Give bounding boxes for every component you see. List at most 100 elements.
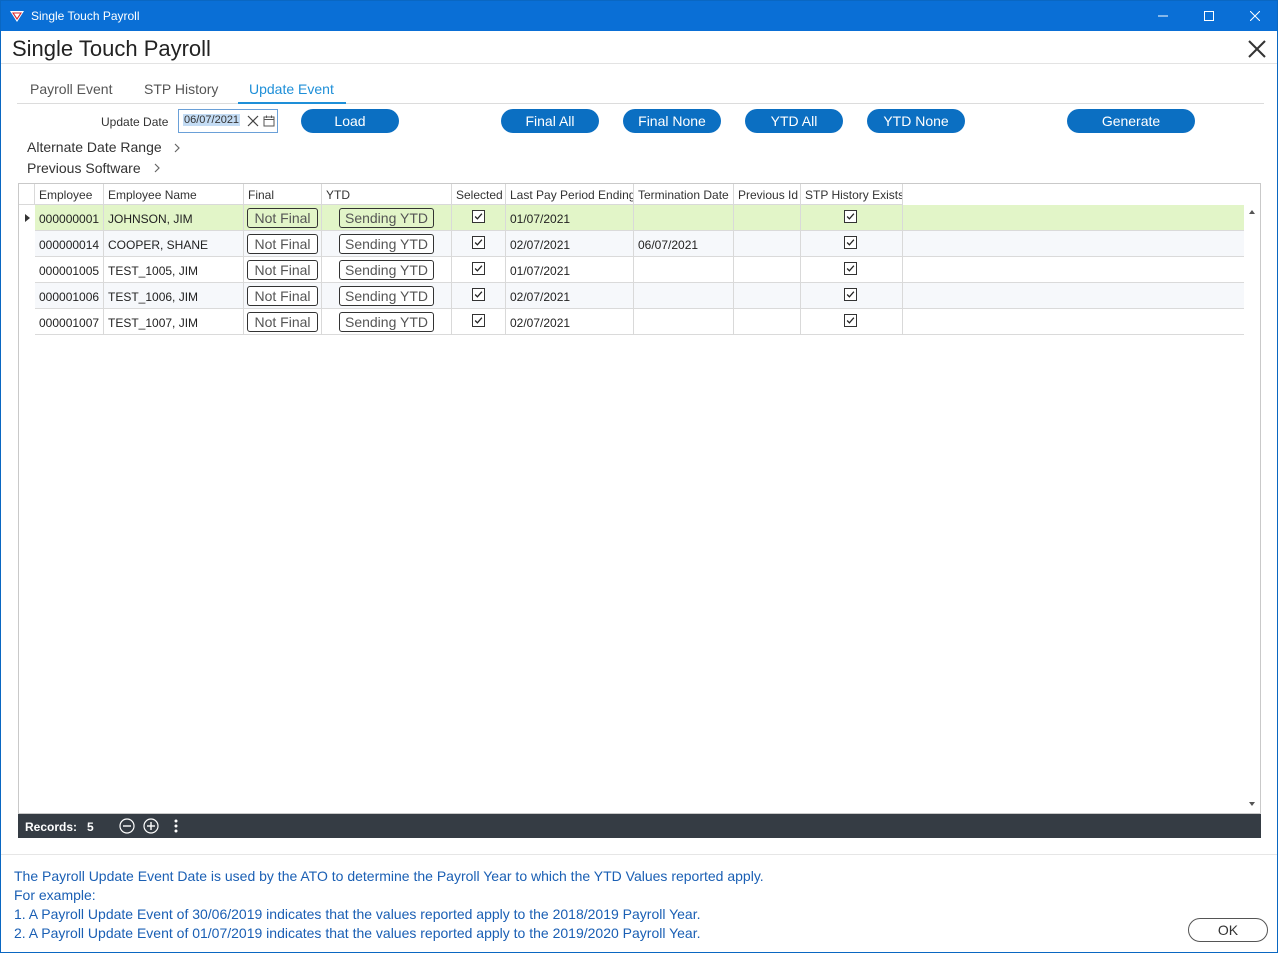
table-row[interactable]: 000000014 COOPER, SHANE Not Final Sending Y… [35,231,1244,257]
column-header[interactable]: Employee Name [104,184,244,205]
employee-name-cell[interactable]: TEST_1006, JIM [104,283,244,309]
checkbox[interactable] [472,262,485,275]
last-pay-period-cell[interactable]: 02/07/2021 [506,231,634,257]
scroll-down-icon[interactable] [1247,800,1257,808]
tab-update-event[interactable]: Update Event [249,81,334,97]
chevron-right-icon [154,163,160,173]
checkbox[interactable] [472,236,485,249]
alternate-date-range-toggle[interactable]: Alternate Date Range [27,139,162,155]
checkbox[interactable] [844,314,857,327]
load-button[interactable]: Load [301,109,399,133]
tab-stp-history[interactable]: STP History [144,81,218,97]
ok-button[interactable]: OK [1188,918,1268,942]
table-row[interactable]: 000000001 JOHNSON, JIM Not Final Sending YT… [35,205,1244,231]
tabs-divider [17,103,1264,104]
column-header[interactable]: Termination Date [634,184,734,205]
checkbox[interactable] [844,262,857,275]
maximize-button[interactable] [1186,1,1232,31]
final-toggle-button[interactable]: Not Final [247,286,318,306]
column-header[interactable]: Final [244,184,322,205]
ytd-toggle-button[interactable]: Sending YTD [339,286,434,306]
ytd-cell: Sending YTD [322,205,452,231]
last-pay-period-cell[interactable]: 02/07/2021 [506,283,634,309]
checkbox[interactable] [844,210,857,223]
column-header[interactable]: STP History Exists [801,184,903,205]
termination-date-cell[interactable] [634,205,734,231]
ytd-none-button[interactable]: YTD None [867,109,965,133]
previous-id-cell[interactable] [734,309,801,335]
column-header[interactable]: Employee [35,184,104,205]
window-close-button[interactable] [1232,1,1278,31]
title-bar[interactable]: Single Touch Payroll [1,1,1277,31]
employee-id-cell[interactable]: 000001005 [35,257,104,283]
previous-id-cell[interactable] [734,205,801,231]
termination-date-cell[interactable]: 06/07/2021 [634,231,734,257]
final-toggle-button[interactable]: Not Final [247,312,318,332]
tab-payroll-event[interactable]: Payroll Event [30,81,112,97]
ytd-toggle-button[interactable]: Sending YTD [339,234,434,254]
employee-id-cell[interactable]: 000000001 [35,205,104,231]
last-pay-period-cell[interactable]: 01/07/2021 [506,205,634,231]
employee-name-cell[interactable]: COOPER, SHANE [104,231,244,257]
selected-cell [452,283,506,309]
final-toggle-button[interactable]: Not Final [247,234,318,254]
calendar-icon[interactable] [263,115,275,127]
checkbox[interactable] [844,288,857,301]
selected-cell [452,231,506,257]
last-pay-period-cell[interactable]: 02/07/2021 [506,309,634,335]
ytd-all-button[interactable]: YTD All [745,109,843,133]
checkbox[interactable] [844,236,857,249]
final-toggle-button[interactable]: Not Final [247,260,318,280]
app-logo-icon [10,11,24,22]
termination-date-cell[interactable] [634,257,734,283]
previous-software-toggle[interactable]: Previous Software [27,160,141,176]
update-date-input[interactable]: 06/07/2021 [183,114,241,126]
final-toggle-button[interactable]: Not Final [247,208,318,228]
checkbox[interactable] [472,288,485,301]
scroll-up-icon[interactable] [1247,208,1257,216]
more-options-icon[interactable] [168,818,184,834]
dialog-close-icon[interactable] [1245,37,1269,61]
employee-name-cell[interactable]: JOHNSON, JIM [104,205,244,231]
table-row[interactable]: 000001005 TEST_1005, JIM Not Final Sending … [35,257,1244,283]
column-header[interactable]: YTD [322,184,452,205]
employee-id-cell[interactable]: 000000014 [35,231,104,257]
minimize-icon [1158,15,1168,17]
termination-date-cell[interactable] [634,283,734,309]
stp-history-cell [801,257,903,283]
ytd-toggle-button[interactable]: Sending YTD [339,260,434,280]
table-row[interactable]: 000001007 TEST_1007, JIM Not Final Sending … [35,309,1244,335]
previous-id-cell[interactable] [734,283,801,309]
employee-name-cell[interactable]: TEST_1007, JIM [104,309,244,335]
column-header[interactable]: Selected [452,184,506,205]
ytd-cell: Sending YTD [322,283,452,309]
stp-history-cell [801,283,903,309]
minimize-button[interactable] [1140,1,1186,31]
expand-all-icon[interactable] [143,818,159,834]
employee-grid[interactable]: Employee Employee Name Final YTD Selecte… [18,183,1261,814]
column-header[interactable]: Last Pay Period Ending [506,184,634,205]
ytd-toggle-button[interactable]: Sending YTD [339,312,434,332]
employee-name-cell[interactable]: TEST_1005, JIM [104,257,244,283]
generate-button[interactable]: Generate [1067,109,1195,133]
column-header[interactable]: Previous Id [734,184,801,205]
checkmark-icon [846,317,855,324]
collapse-all-icon[interactable] [119,818,135,834]
last-pay-period-cell[interactable]: 01/07/2021 [506,257,634,283]
employee-id-cell[interactable]: 000001006 [35,283,104,309]
table-row[interactable]: 000001006 TEST_1006, JIM Not Final Sending … [35,283,1244,309]
termination-date-cell[interactable] [634,309,734,335]
records-count: 5 [87,820,94,834]
clear-icon[interactable] [247,115,259,127]
checkmark-icon [474,213,483,220]
final-all-button[interactable]: Final All [501,109,599,133]
previous-id-cell[interactable] [734,231,801,257]
checkbox[interactable] [472,314,485,327]
ytd-toggle-button[interactable]: Sending YTD [339,208,434,228]
checkbox[interactable] [472,210,485,223]
update-date-picker[interactable]: 06/07/2021 [178,109,278,133]
previous-id-cell[interactable] [734,257,801,283]
employee-id-cell[interactable]: 000001007 [35,309,104,335]
maximize-icon [1204,11,1214,21]
final-none-button[interactable]: Final None [623,109,721,133]
